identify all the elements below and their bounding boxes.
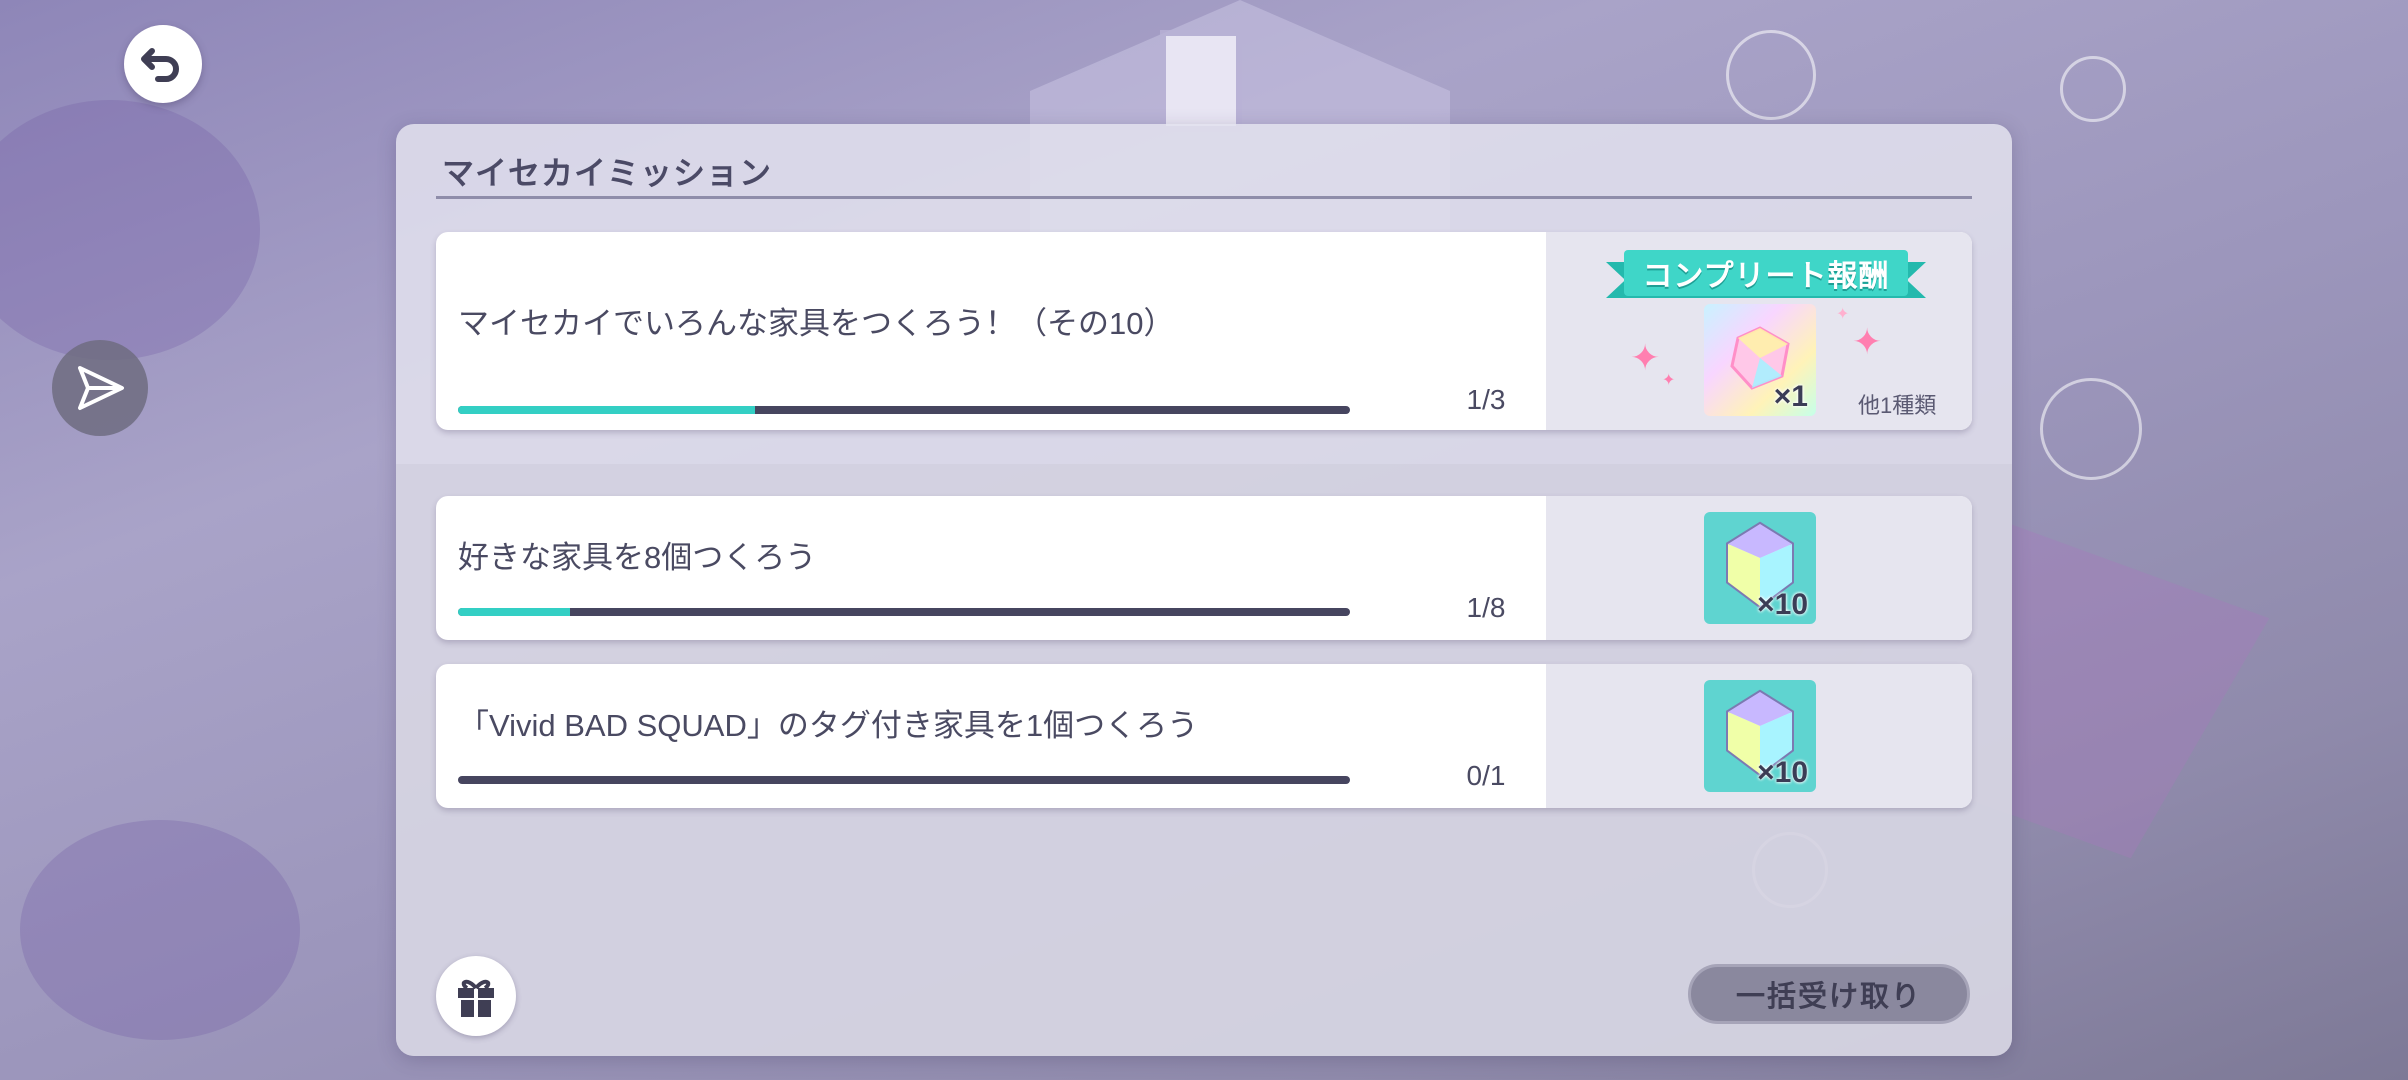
sparkle-icon: ✦	[1852, 322, 1883, 363]
mission-row[interactable]: 「Vivid BAD SQUAD」のタグ付き家具を1個つくろう 0/1 ×10	[436, 664, 1972, 808]
sparkle-icon: ✦	[1836, 304, 1850, 323]
rainbow-crystal-icon: ×1	[1704, 304, 1816, 416]
mission-text: 好きな家具を8個つくろう	[458, 540, 817, 575]
progress-bar	[458, 406, 1350, 414]
back-button[interactable]	[124, 25, 202, 103]
claim-all-button[interactable]: 一括受け取り	[1688, 964, 1970, 1024]
mission-text: マイセカイでいろんな家具をつくろう！（その10）	[458, 306, 1175, 341]
title-divider	[436, 196, 1972, 199]
reward-quantity: ×10	[1757, 588, 1808, 621]
mission-row[interactable]: マイセカイでいろんな家具をつくろう！（その10） 1/3 ✦ ✦ ✦ ✦ ×1 …	[436, 232, 1972, 430]
sparkle-icon: ✦	[1662, 370, 1676, 389]
paper-plane-icon	[78, 366, 124, 410]
background-foliage	[0, 100, 260, 360]
gift-icon	[458, 979, 494, 1017]
reward-area[interactable]: ×10	[1546, 496, 1972, 640]
background-bubble	[2040, 378, 2142, 480]
progress-bar	[458, 776, 1350, 784]
background-foliage	[20, 820, 300, 1040]
gift-button[interactable]	[436, 956, 516, 1036]
crystal-icon: ×10	[1704, 512, 1816, 624]
background-window	[1160, 30, 1242, 132]
reward-quantity: ×1	[1773, 380, 1808, 413]
reward-area[interactable]: ×10	[1546, 664, 1972, 808]
background-bubble	[1726, 30, 1816, 120]
progress-count: 1/8	[1466, 592, 1506, 623]
sparkle-icon: ✦	[1630, 338, 1661, 379]
background-bubble	[2060, 56, 2126, 122]
progress-fill	[458, 608, 570, 616]
progress-fill	[458, 406, 756, 414]
other-rewards-label: 他1種類	[1858, 393, 1937, 418]
mission-text: 「Vivid BAD SQUAD」のタグ付き家具を1個つくろう	[458, 708, 1199, 743]
complete-reward-badge: コンプリート報酬	[1606, 250, 1926, 302]
share-button[interactable]	[52, 340, 148, 436]
progress-count: 1/3	[1466, 384, 1506, 415]
progress-bar	[458, 608, 1350, 616]
mission-row[interactable]: 好きな家具を8個つくろう 1/8 ×10	[436, 496, 1972, 640]
back-arrow-icon	[141, 48, 179, 82]
panel-title: マイセカイミッション	[442, 155, 773, 191]
mission-panel: マイセカイミッション マイセカイでいろんな家具をつくろう！（その10） 1/3 …	[396, 124, 2012, 1056]
badge-label: コンプリート報酬	[1624, 250, 1908, 296]
crystal-icon: ×10	[1704, 680, 1816, 792]
reward-quantity: ×10	[1757, 756, 1808, 789]
progress-count: 0/1	[1466, 760, 1506, 791]
reward-area[interactable]: ✦ ✦ ✦ ✦ ×1 コンプリート報酬 他1種類	[1546, 232, 1972, 430]
